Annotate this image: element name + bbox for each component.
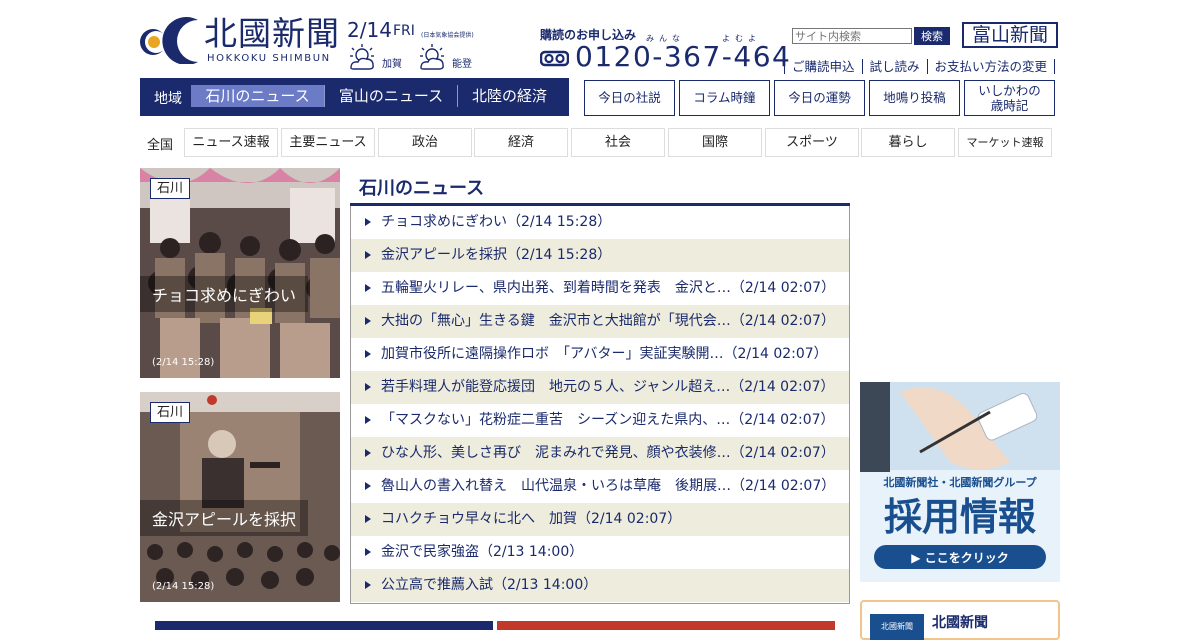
tab-market-news[interactable]: マーケット速報 [958, 128, 1052, 157]
header-links: ご購読申込 試し読み お支払い方法の変更 [784, 56, 1056, 75]
photo-story-1[interactable]: 石川 チョコ求めにぎわい (2/14 15:28) [140, 168, 340, 378]
news-item-text[interactable]: 公立高で推薦入試（2/13 14:00） [381, 569, 597, 602]
weather-place-noto: 能登 [452, 59, 472, 70]
ad-line-1: 北國新聞社・北國新聞グループ [883, 475, 1037, 489]
current-date: 2/14 [347, 18, 392, 42]
news-section-title: 石川のニュース [359, 178, 485, 199]
news-list: チョコ求めにぎわい（2/14 15:28） 金沢アピールを採択（2/14 15:… [350, 206, 850, 604]
arrow-right-icon [365, 383, 371, 391]
toyama-shimbun-link[interactable]: 富山新聞 [962, 22, 1058, 48]
link-divider [1054, 59, 1056, 74]
arrow-right-icon [365, 548, 371, 556]
tab-international[interactable]: 国際 [668, 128, 762, 157]
trial-read-link[interactable]: 試し読み [861, 59, 927, 74]
arrow-right-icon [365, 218, 371, 226]
weather-credit[interactable]: (日本気象協会提供) [421, 30, 474, 39]
promo-label: 北國新聞 [932, 615, 988, 631]
bottom-banner-right[interactable] [497, 621, 835, 630]
region-tag: 石川 [150, 178, 191, 199]
sun-cloud-icon [420, 44, 444, 70]
news-item[interactable]: 金沢で民家強盗（2/13 14:00） [351, 536, 849, 569]
arrow-right-icon [365, 251, 371, 259]
seasonal-calendar-button[interactable]: いしかわの 歳時記 [964, 80, 1055, 116]
news-item[interactable]: 大拙の「無心」生きる鍵 金沢市と大拙館が「現代会…（2/14 02:07） [351, 305, 849, 338]
free-dial-icon [540, 50, 569, 67]
category-national-label: 全国 [147, 138, 174, 153]
recruitment-ad-image: 北國新聞社・北國新聞グループ 採用情報 ▶ ここをクリック [860, 382, 1060, 582]
tab-politics[interactable]: 政治 [378, 128, 472, 157]
news-item-text[interactable]: 加賀市役所に遠隔操作ロボ 「アバター」実証実験開…（2/14 02:07） [381, 338, 828, 371]
news-item-text[interactable]: 金沢アピールを採択（2/14 15:28） [381, 239, 611, 272]
news-item-text[interactable]: 「マスクない」花粉症二重苦 シーズン迎えた県内、…（2/14 02:07） [381, 404, 835, 437]
subscribe-link[interactable]: ご購読申込 [784, 59, 862, 74]
arrow-right-icon [365, 416, 371, 424]
bottom-promo-box[interactable]: 北國新聞 北國新聞 [860, 600, 1060, 640]
news-item[interactable]: ひな人形、美しさ再び 泥まみれで発見、顔や衣装修…（2/14 02:07） [351, 437, 849, 470]
editorial-button[interactable]: 今日の社説 [584, 80, 675, 116]
news-item[interactable]: 加賀市役所に遠隔操作ロボ 「アバター」実証実験開…（2/14 02:07） [351, 338, 849, 371]
column-jisho-button[interactable]: コラム時鐘 [679, 80, 770, 116]
photo-caption[interactable]: 金沢アピールを採択 [140, 500, 309, 536]
region-tag: 石川 [150, 402, 191, 423]
tab-hokuriku-economy[interactable]: 北陸の経済 [458, 85, 561, 107]
bottom-banner-left[interactable] [155, 621, 493, 630]
subscribe-phone[interactable]: 0120-367-464 [575, 40, 791, 73]
tab-top-news[interactable]: 主要ニュース [281, 128, 375, 157]
news-item-text[interactable]: 五輪聖火リレー、県内出発、到着時間を発表 金沢と…（2/14 02:07） [381, 272, 835, 305]
news-item-text[interactable]: 若手料理人が能登応援団 地元の５人、ジャンル超え…（2/14 02:07） [381, 371, 835, 404]
news-item[interactable]: チョコ求めにぎわい（2/14 15:28） [351, 206, 849, 239]
tab-sports[interactable]: スポーツ [765, 128, 859, 157]
news-item[interactable]: 金沢アピールを採択（2/14 15:28） [351, 239, 849, 272]
tab-living[interactable]: 暮らし [861, 128, 955, 157]
news-item-text[interactable]: ひな人形、美しさ再び 泥まみれで発見、顔や衣装修…（2/14 02:07） [381, 437, 835, 470]
photo-timestamp: (2/14 15:28) [152, 581, 215, 592]
photo-caption[interactable]: チョコ求めにぎわい [140, 276, 309, 312]
sun-cloud-icon [350, 44, 374, 70]
news-item[interactable]: 魯山人の書入れ替え 山代温泉・いろは草庵 後期展…（2/14 02:07） [351, 470, 849, 503]
news-item-text[interactable]: 魯山人の書入れ替え 山代温泉・いろは草庵 後期展…（2/14 02:07） [381, 470, 835, 503]
region-nav: 地域 石川のニュース 富山のニュース 北陸の経済 [140, 78, 569, 116]
arrow-right-icon [365, 317, 371, 325]
news-item[interactable]: 若手料理人が能登応援団 地元の５人、ジャンル超え…（2/14 02:07） [351, 371, 849, 404]
reader-posts-button[interactable]: 地鳴り投稿 [869, 80, 960, 116]
horoscope-button[interactable]: 今日の運勢 [774, 80, 865, 116]
arrow-right-icon [365, 350, 371, 358]
payment-change-link[interactable]: お支払い方法の変更 [926, 59, 1055, 74]
news-item-text[interactable]: 金沢で民家強盗（2/13 14:00） [381, 536, 583, 569]
promo-badge: 北國新聞 [870, 614, 924, 640]
arrow-right-icon [365, 581, 371, 589]
arrow-right-icon [365, 284, 371, 292]
tab-toyama-news[interactable]: 富山のニュース [325, 85, 457, 107]
ad-button: ▶ ここをクリック [911, 551, 1008, 565]
news-item-text[interactable]: 大拙の「無心」生きる鍵 金沢市と大拙館が「現代会…（2/14 02:07） [381, 305, 835, 338]
logo-mark-icon[interactable] [140, 16, 200, 64]
weather-place-kaga: 加賀 [382, 59, 402, 70]
photo-story-2[interactable]: 石川 金沢アピールを採択 (2/14 15:28) [140, 392, 340, 602]
conference-photo [140, 392, 340, 602]
arrow-right-icon [365, 515, 371, 523]
tab-breaking-news[interactable]: ニュース速報 [184, 128, 278, 157]
search-button[interactable]: 検索 [914, 27, 950, 45]
news-item-text[interactable]: コハクチョウ早々に北へ 加賀（2/14 02:07） [381, 503, 681, 536]
news-item[interactable]: コハクチョウ早々に北へ 加賀（2/14 02:07） [351, 503, 849, 536]
photo-timestamp: (2/14 15:28) [152, 357, 215, 368]
ad-line-2: 採用情報 [884, 495, 1036, 539]
news-item[interactable]: 「マスクない」花粉症二重苦 シーズン迎えた県内、…（2/14 02:07） [351, 404, 849, 437]
tab-economy[interactable]: 経済 [474, 128, 568, 157]
day-of-week: FRI [393, 23, 415, 39]
logo-subtext: HOKKOKU SHIMBUN [207, 53, 331, 64]
arrow-right-icon [365, 449, 371, 457]
region-label: 地域 [154, 91, 182, 107]
news-item[interactable]: 公立高で推薦入試（2/13 14:00） [351, 569, 849, 602]
recruitment-ad[interactable]: 北國新聞社・北國新聞グループ 採用情報 ▶ ここをクリック [860, 382, 1060, 582]
crowd-photo [140, 168, 340, 378]
site-search-input[interactable] [792, 28, 912, 44]
news-item-text[interactable]: チョコ求めにぎわい（2/14 15:28） [381, 206, 611, 239]
arrow-right-icon [365, 482, 371, 490]
tab-society[interactable]: 社会 [571, 128, 665, 157]
logo-text[interactable]: 北國新聞 [204, 14, 340, 54]
news-item[interactable]: 五輪聖火リレー、県内出発、到着時間を発表 金沢と…（2/14 02:07） [351, 272, 849, 305]
tab-ishikawa-news[interactable]: 石川のニュース [191, 85, 324, 107]
